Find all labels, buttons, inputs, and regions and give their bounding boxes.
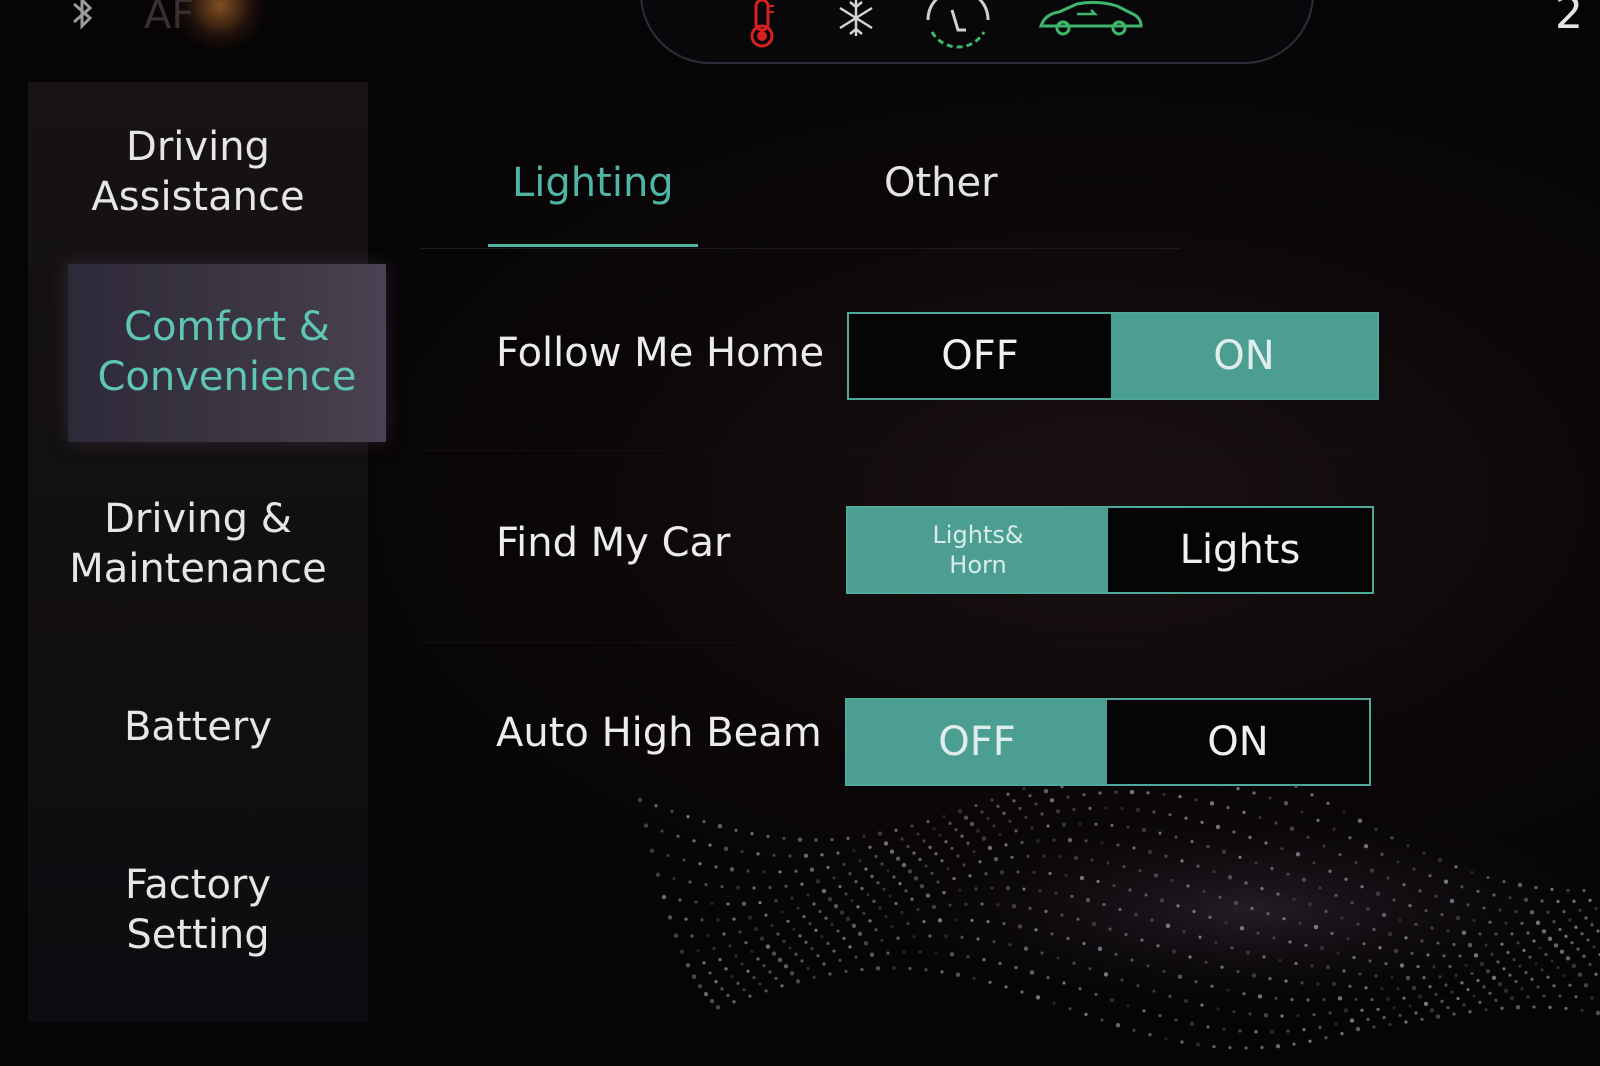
tab-lighting[interactable]: Lighting (512, 160, 674, 206)
sidebar-item-label: Driving & Maintenance (28, 486, 368, 594)
find-my-car-lights-option[interactable]: Lights (1108, 508, 1372, 592)
sidebar-item-driving-assistance[interactable]: Driving Assistance (28, 114, 368, 234)
find-my-car-toggle: Lights& Horn Lights (846, 506, 1374, 594)
tab-other[interactable]: Other (884, 160, 998, 206)
sidebar-item-label: Battery (28, 692, 368, 752)
auto-high-beam-label: Auto High Beam (496, 710, 822, 756)
status-text: AF (144, 0, 194, 38)
sidebar-item-battery[interactable]: Battery (28, 692, 368, 772)
sidebar-item-label: Driving Assistance (28, 114, 368, 222)
temperature-icon[interactable] (742, 0, 782, 50)
row-divider (420, 450, 1420, 451)
follow-me-home-toggle: OFF ON (847, 312, 1379, 400)
follow-me-home-on-option[interactable]: ON (1111, 314, 1377, 398)
snowflake-icon[interactable] (832, 0, 880, 40)
infotainment-screen: AF 2 Driving Assistance Comfort & Conven… (0, 0, 1600, 1066)
bluetooth-icon (62, 0, 102, 36)
sidebar-item-label: Comfort & Convenience (68, 264, 386, 402)
find-my-car-label: Find My Car (496, 520, 730, 566)
sidebar-item-label: Factory Setting (28, 852, 368, 960)
car-airflow-icon[interactable] (1037, 0, 1147, 40)
follow-me-home-label: Follow Me Home (496, 330, 824, 376)
active-tab-indicator (488, 244, 698, 247)
tab-divider (420, 248, 1180, 249)
sidebar-item-factory-setting[interactable]: Factory Setting (28, 852, 368, 972)
auto-high-beam-toggle: OFF ON (845, 698, 1371, 786)
clock-text: 2 (1555, 0, 1583, 39)
sidebar-item-comfort-convenience[interactable]: Comfort & Convenience (68, 264, 386, 442)
hvac-quick-bar (640, 0, 1314, 64)
auto-high-beam-off-option[interactable]: OFF (847, 700, 1107, 784)
auto-high-beam-on-option[interactable]: ON (1107, 700, 1369, 784)
row-divider (420, 642, 1420, 643)
settings-tabs: Lighting Other (420, 140, 1180, 250)
seat-heat-icon[interactable] (920, 0, 996, 50)
sidebar-item-driving-maintenance[interactable]: Driving & Maintenance (28, 486, 368, 606)
find-my-car-lights-horn-option[interactable]: Lights& Horn (848, 508, 1108, 592)
follow-me-home-off-option[interactable]: OFF (849, 314, 1111, 398)
status-bar: AF 2 (0, 0, 1600, 62)
settings-sidebar: Driving Assistance Comfort & Convenience… (28, 82, 368, 1022)
